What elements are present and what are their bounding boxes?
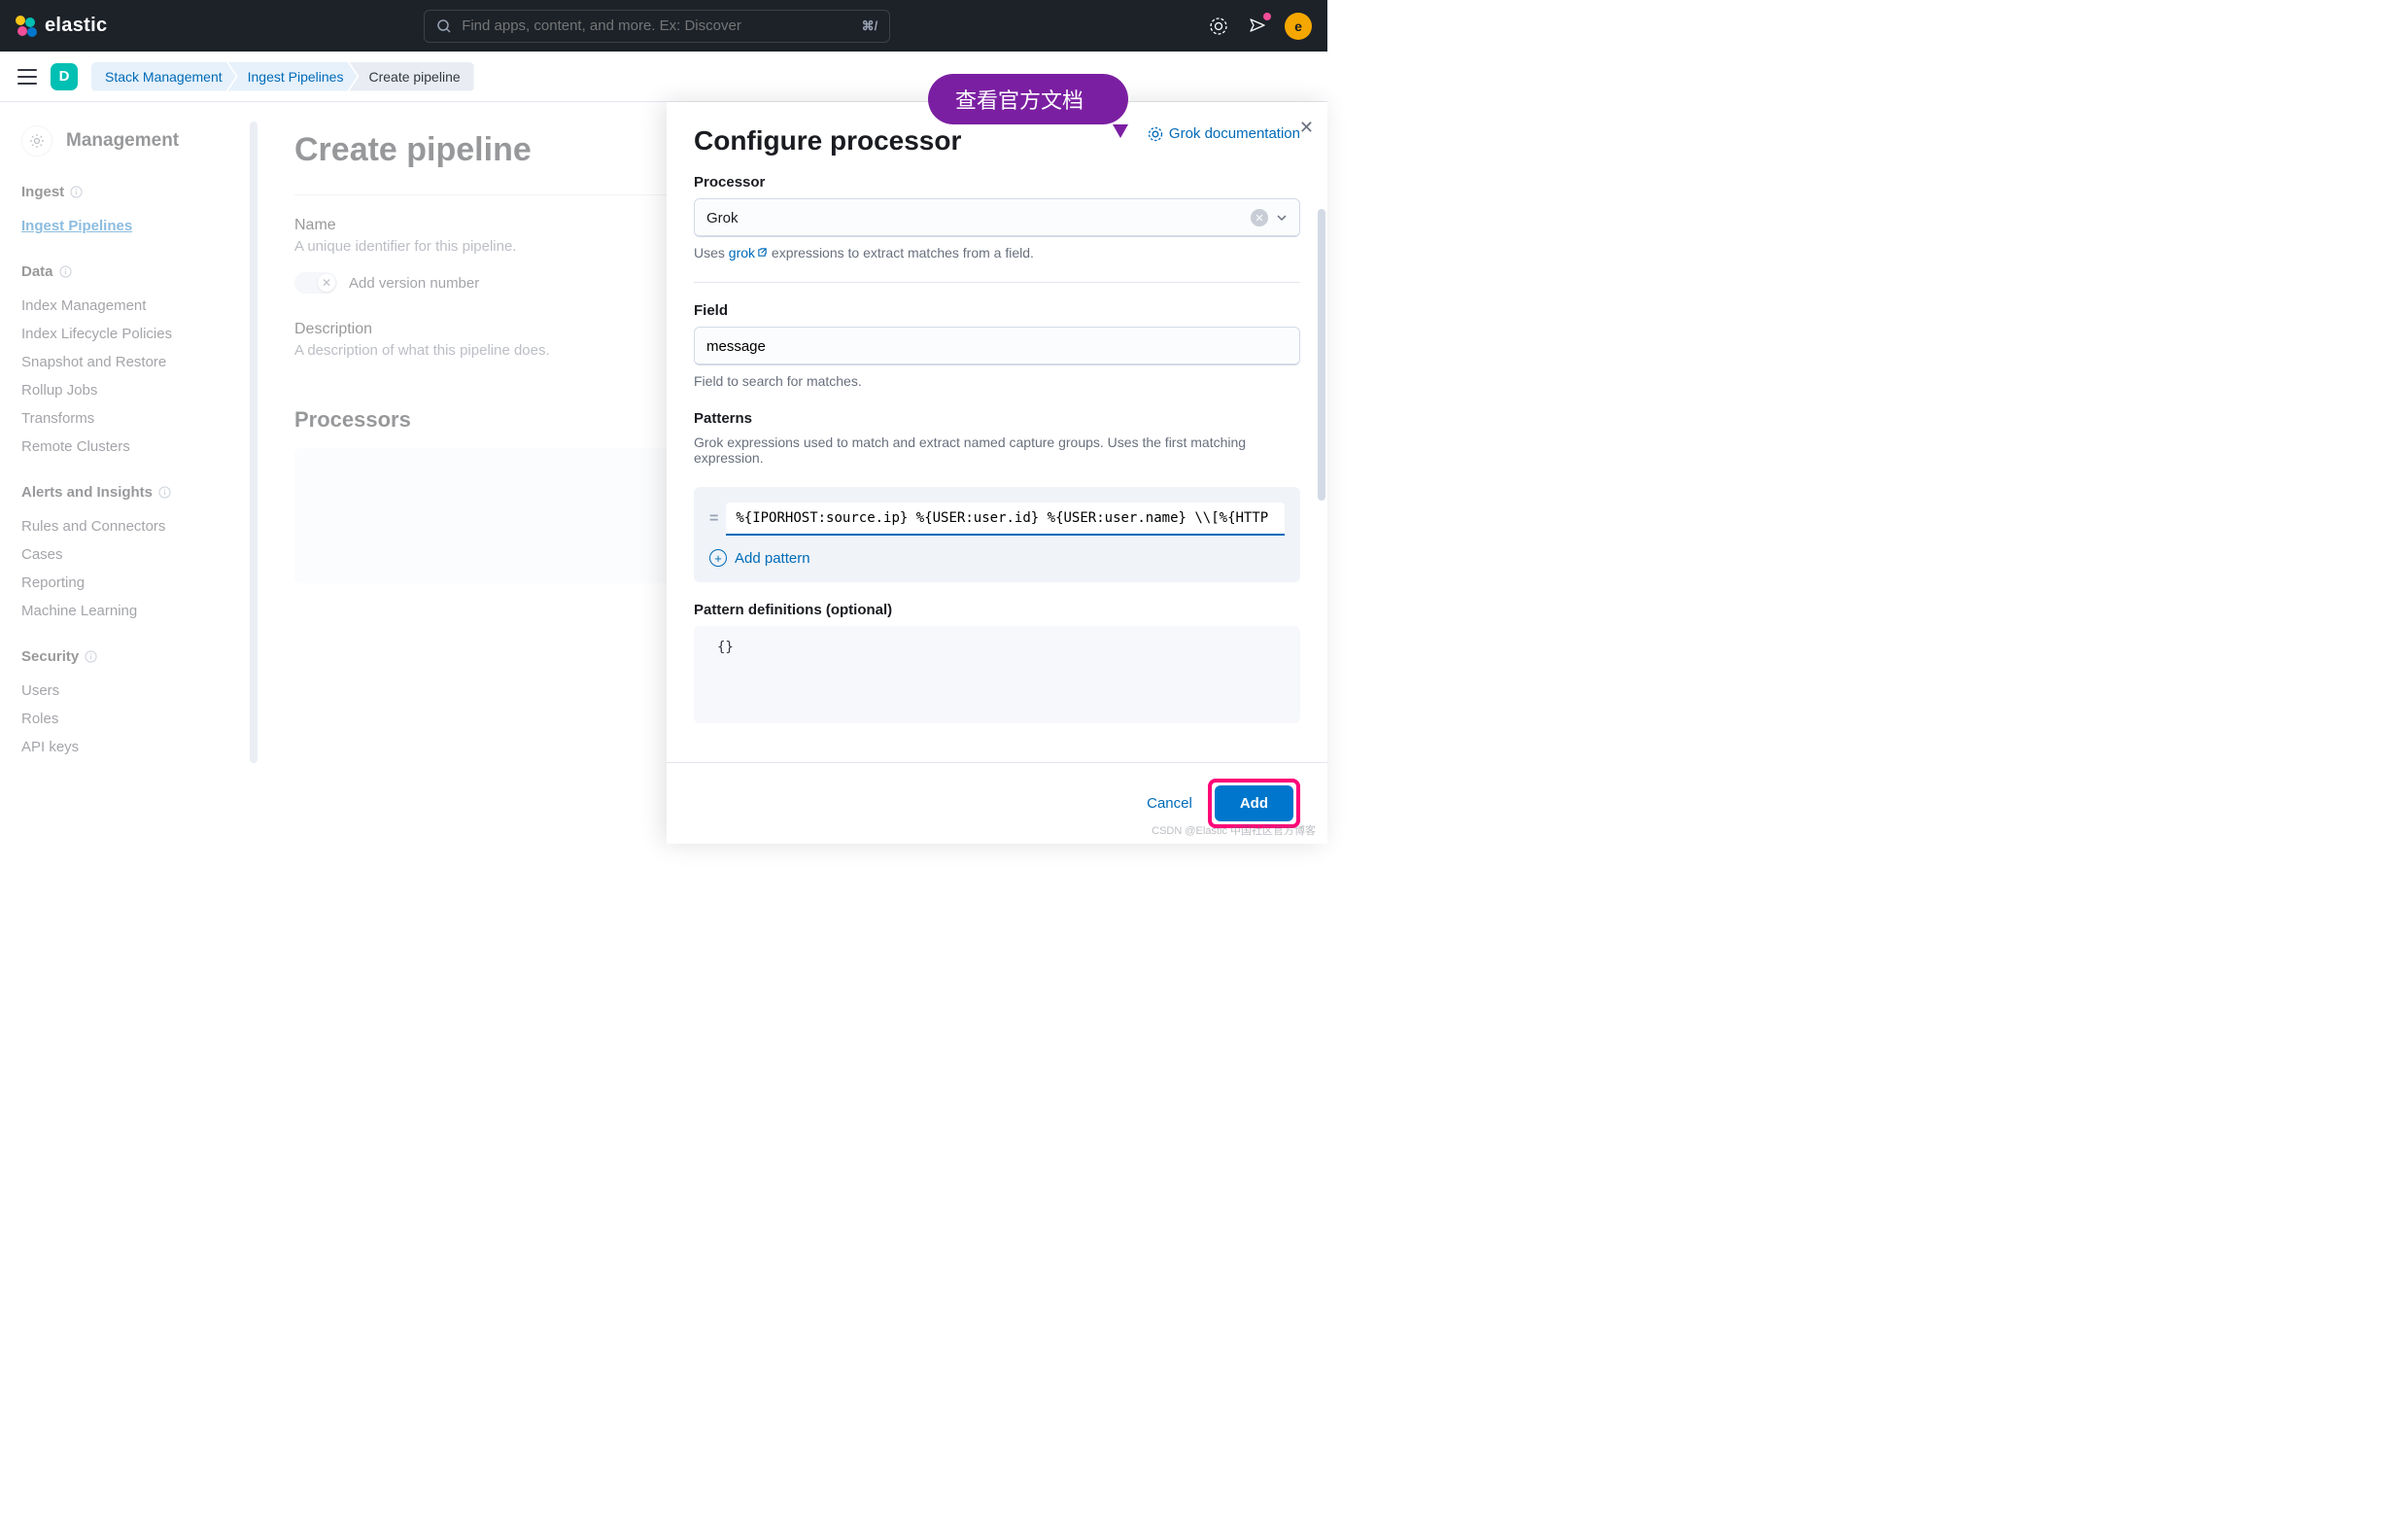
add-pattern-button[interactable]: + Add pattern (709, 549, 1285, 567)
pattern-definitions-editor[interactable]: {} (694, 626, 1300, 723)
elastic-logo-icon (16, 16, 37, 37)
callout-text: 查看官方文档 (928, 74, 1128, 124)
flyout-title: Configure processor (694, 125, 961, 156)
breadcrumb-create-pipeline: Create pipeline (349, 62, 473, 91)
newsfeed-icon[interactable] (1246, 15, 1269, 38)
breadcrumb-bar: D Stack Management Ingest Pipelines Crea… (0, 52, 1327, 102)
brand-text: elastic (45, 15, 107, 37)
nav-toggle-icon[interactable] (17, 69, 37, 85)
pattern-definitions-label: Pattern definitions (optional) (694, 602, 1300, 618)
flyout-scrollbar[interactable] (1318, 209, 1325, 501)
callout-tail (1113, 124, 1128, 138)
global-search[interactable]: ⌘/ (424, 10, 890, 43)
add-button-highlight: Add (1208, 779, 1300, 828)
search-shortcut: ⌘/ (862, 18, 878, 34)
processor-help: Uses grok expressions to extract matches… (694, 245, 1300, 261)
search-icon (436, 18, 452, 34)
close-icon[interactable]: ✕ (1299, 118, 1314, 138)
plus-circle-icon: + (709, 549, 727, 567)
pattern-input[interactable] (726, 503, 1285, 536)
breadcrumb-stack-management[interactable]: Stack Management (91, 62, 236, 91)
chevron-down-icon (1276, 212, 1288, 224)
field-input[interactable] (694, 327, 1300, 365)
grok-documentation-link[interactable]: Grok documentation (1148, 125, 1300, 142)
patterns-label: Patterns (694, 410, 1300, 427)
logo[interactable]: elastic (16, 15, 107, 37)
annotation-callout: 查看官方文档 (928, 74, 1128, 138)
configure-processor-flyout: ✕ Configure processor Grok documentation… (667, 102, 1327, 844)
processor-combobox[interactable]: Grok ✕ (694, 198, 1300, 237)
patterns-help: Grok expressions used to match and extra… (694, 435, 1300, 466)
field-label: Field (694, 302, 1300, 319)
help-icon[interactable] (1207, 15, 1230, 38)
top-bar: elastic ⌘/ e (0, 0, 1327, 52)
watermark: CSDN @Elastic 中国社区官方博客 (1152, 822, 1316, 838)
external-link-icon (757, 245, 768, 261)
notification-dot (1263, 13, 1271, 20)
processor-value: Grok (706, 210, 739, 226)
add-button[interactable]: Add (1215, 785, 1293, 821)
space-selector[interactable]: D (51, 63, 78, 90)
breadcrumb: Stack Management Ingest Pipelines Create… (91, 62, 474, 91)
user-avatar[interactable]: e (1285, 13, 1312, 40)
cancel-button[interactable]: Cancel (1147, 795, 1192, 812)
processor-label: Processor (694, 174, 1300, 191)
clear-icon[interactable]: ✕ (1251, 209, 1268, 226)
patterns-container: = + Add pattern (694, 487, 1300, 582)
grok-link[interactable]: grok (729, 245, 768, 261)
help-icon (1148, 126, 1163, 142)
field-help: Field to search for matches. (694, 373, 1300, 389)
drag-handle-icon[interactable]: = (709, 510, 716, 528)
global-search-input[interactable] (462, 17, 851, 34)
breadcrumb-ingest-pipelines[interactable]: Ingest Pipelines (228, 62, 358, 91)
